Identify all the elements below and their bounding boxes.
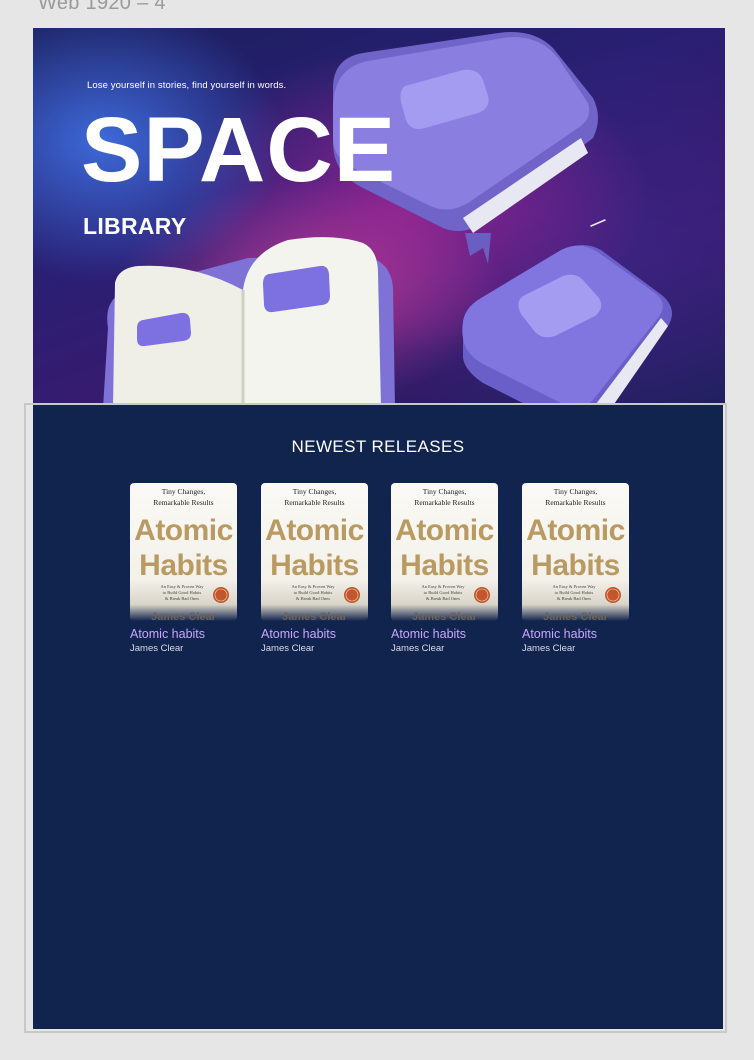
closed-book-small-icon <box>462 245 672 404</box>
selection-frame <box>24 403 727 1033</box>
hero-banner: Lose yourself in stories, find yourself … <box>33 28 725 404</box>
hero-subtitle: LIBRARY <box>83 213 187 239</box>
open-book-icon <box>103 237 395 404</box>
hero-tagline: Lose yourself in stories, find yourself … <box>87 80 287 91</box>
frame-label: Web 1920 – 4 <box>38 0 166 14</box>
hero-title: SPACE <box>81 99 397 201</box>
